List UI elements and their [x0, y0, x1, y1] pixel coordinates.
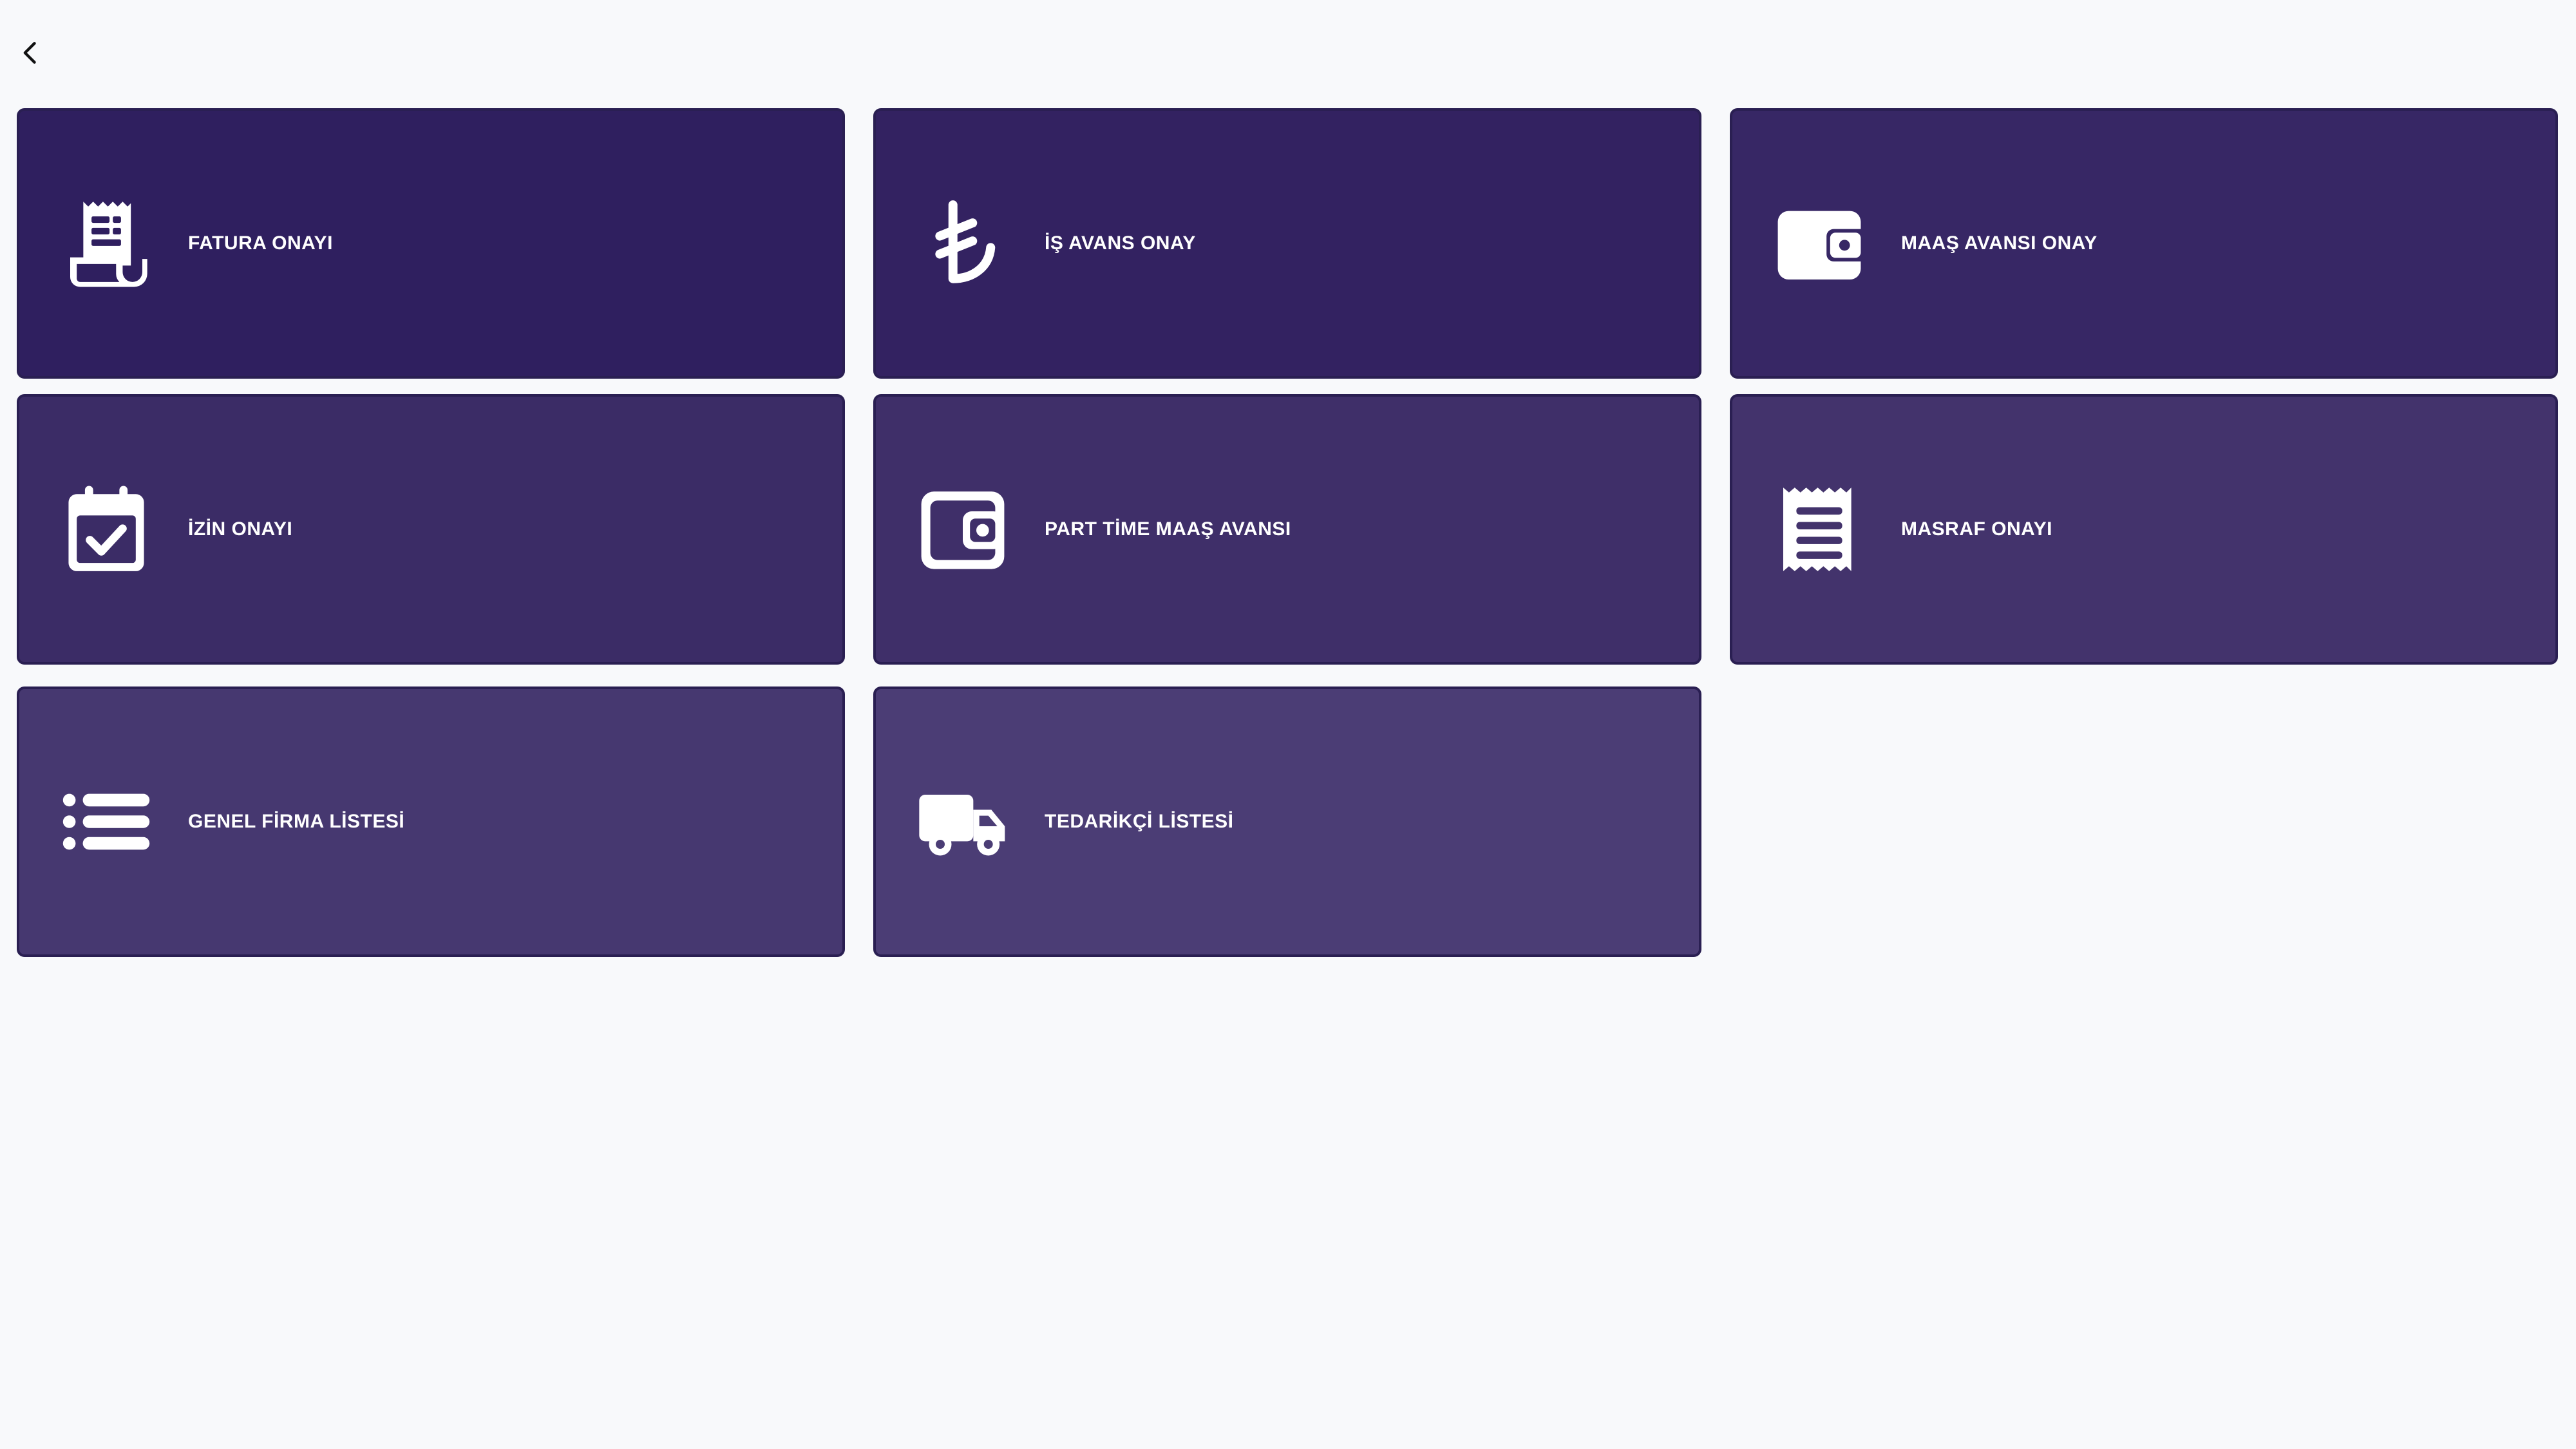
tile-label: MAAŞ AVANSI ONAY [1901, 232, 2098, 254]
tile-fatura-onayi[interactable]: FATURA ONAYI [17, 108, 845, 379]
tile-label: İŞ AVANS ONAY [1045, 232, 1196, 254]
wallet-icon [1771, 195, 1868, 292]
tile-part-time-maas-avansi[interactable]: PART TİME MAAŞ AVANSI [873, 394, 1701, 665]
tile-izin-onayi[interactable]: İZİN ONAYI [17, 394, 845, 665]
invoice-receipt-icon [58, 195, 155, 292]
wallet-outline-icon [914, 481, 1011, 578]
tile-tedarikci-listesi[interactable]: TEDARİKÇİ LİSTESİ [873, 687, 1701, 957]
truck-icon [914, 773, 1011, 870]
turkish-lira-icon [914, 195, 1011, 292]
tile-label: PART TİME MAAŞ AVANSI [1045, 518, 1291, 540]
tile-maas-avansi-onay[interactable]: MAAŞ AVANSI ONAY [1730, 108, 2558, 379]
tile-is-avans-onay[interactable]: İŞ AVANS ONAY [873, 108, 1701, 379]
tile-label: TEDARİKÇİ LİSTESİ [1045, 811, 1234, 832]
tile-label: GENEL FİRMA LİSTESİ [188, 811, 405, 832]
list-icon [58, 773, 155, 870]
tile-genel-firma-listesi[interactable]: GENEL FİRMA LİSTESİ [17, 687, 845, 957]
calendar-check-icon [58, 481, 155, 578]
back-button[interactable] [12, 33, 50, 72]
tile-label: MASRAF ONAYI [1901, 518, 2052, 540]
tile-masraf-onayi[interactable]: MASRAF ONAYI [1730, 394, 2558, 665]
tile-label: FATURA ONAYI [188, 232, 333, 254]
chevron-left-icon [23, 42, 36, 64]
tile-label: İZİN ONAYI [188, 518, 293, 540]
receipt-icon [1771, 481, 1868, 578]
